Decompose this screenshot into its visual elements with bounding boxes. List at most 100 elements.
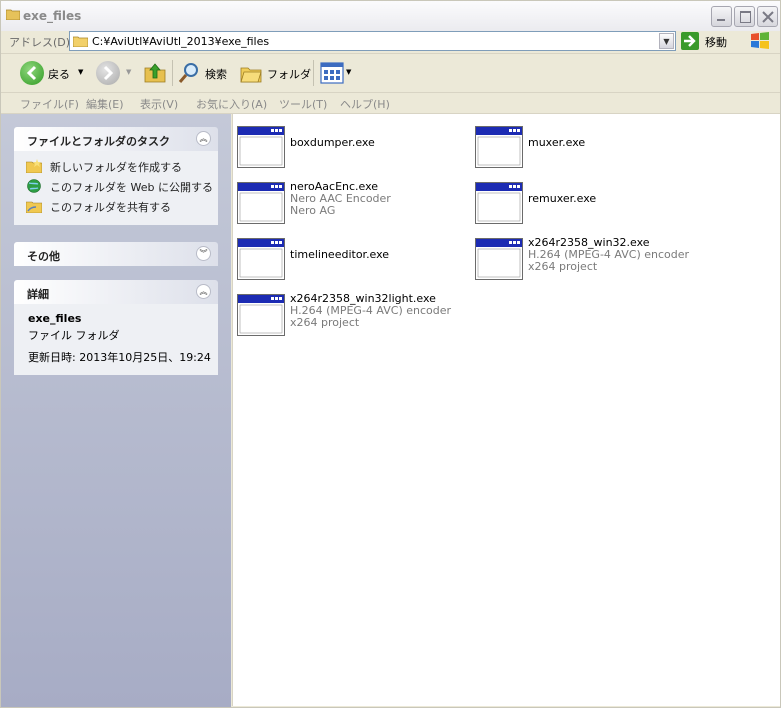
- chevron-down-icon: ▼: [346, 68, 352, 76]
- address-bar: アドレス(D) C:¥AviUtl¥AviUtl_2013¥exe_files …: [1, 31, 780, 54]
- go-arrow-icon: [681, 32, 699, 50]
- address-label: アドレス(D): [9, 36, 71, 49]
- task-label: 新しいフォルダを作成する: [50, 161, 182, 174]
- chevron-down-icon: ▼: [663, 37, 670, 46]
- toolbar: 戻る ▼ ▼ 検索 フォルダ ▼: [1, 54, 780, 93]
- menu-edit[interactable]: 編集(E): [86, 96, 124, 112]
- application-icon: [475, 238, 523, 280]
- go-label: 移動: [705, 36, 727, 49]
- search-button[interactable]: 検索: [177, 60, 233, 86]
- file-text: x264r2358_win32light.exe H.264 (MPEG-4 AV…: [290, 293, 451, 329]
- file-company: x264 project: [528, 260, 598, 273]
- back-arrow-icon: [20, 61, 44, 85]
- views-icon: [320, 62, 344, 84]
- file-item[interactable]: x264r2358_win32light.exe H.264 (MPEG-4 AV…: [233, 285, 463, 336]
- new-folder-icon: [26, 159, 42, 173]
- file-name: timelineeditor.exe: [290, 248, 390, 261]
- file-item[interactable]: x264r2358_win32.exe H.264 (MPEG-4 AVC) en…: [471, 229, 701, 280]
- menu-tools[interactable]: ツール(T): [279, 96, 327, 112]
- application-icon: [475, 182, 523, 224]
- detail-type: ファイル フォルダ: [28, 329, 120, 342]
- address-path: C:¥AviUtl¥AviUtl_2013¥exe_files: [92, 35, 270, 48]
- file-text: x264r2358_win32.exe H.264 (MPEG-4 AVC) en…: [528, 237, 689, 273]
- search-label: 検索: [205, 68, 227, 81]
- file-name: boxdumper.exe: [290, 136, 375, 149]
- share-folder-icon: [26, 201, 42, 213]
- up-folder-button[interactable]: [143, 60, 167, 86]
- maximize-icon: [740, 11, 751, 23]
- file-item[interactable]: boxdumper.exe: [233, 117, 463, 168]
- file-company: x264 project: [290, 316, 360, 329]
- address-input[interactable]: C:¥AviUtl¥AviUtl_2013¥exe_files ▼: [69, 31, 676, 51]
- menu-bar: ファイル(F) 編集(E) 表示(V) お気に入り(A) ツール(T) ヘルプ(…: [1, 93, 780, 114]
- group-title: ファイルとフォルダのタスク: [27, 135, 170, 148]
- file-item[interactable]: remuxer.exe: [471, 173, 701, 224]
- globe-icon: [27, 179, 41, 193]
- forward-button[interactable]: ▼: [96, 60, 136, 86]
- back-label: 戻る: [48, 68, 70, 81]
- group-body: exe_files ファイル フォルダ 更新日時: 2013年10月25日、19…: [14, 304, 218, 375]
- details-group: 詳細 ︽ exe_files ファイル フォルダ 更新日時: 2013年10月2…: [14, 280, 218, 375]
- file-text: remuxer.exe: [528, 193, 596, 205]
- forward-arrow-icon: [96, 61, 120, 85]
- minimize-icon: [717, 19, 725, 21]
- application-icon: [237, 126, 285, 168]
- detail-name: exe_files: [28, 312, 82, 325]
- toolbar-separator: [172, 60, 173, 86]
- folder-icon: [6, 9, 20, 20]
- task-publish-web[interactable]: このフォルダを Web に公開する: [14, 177, 218, 197]
- minimize-button[interactable]: [711, 6, 732, 27]
- window-title: exe_files: [23, 9, 82, 23]
- folders-button[interactable]: フォルダ: [239, 60, 311, 86]
- other-places-group: その他 ︾: [14, 242, 218, 266]
- menu-file[interactable]: ファイル(F): [20, 96, 79, 112]
- address-dropdown-button[interactable]: ▼: [659, 33, 674, 49]
- menu-view[interactable]: 表示(V): [140, 96, 178, 112]
- folder-icon: [73, 36, 88, 47]
- menu-help[interactable]: ヘルプ(H): [340, 96, 390, 112]
- windows-logo-icon: [751, 32, 769, 49]
- folders-icon: [240, 67, 262, 83]
- detail-modified: 更新日時: 2013年10月25日、19:24: [28, 351, 211, 364]
- file-folder-tasks-group: ファイルとフォルダのタスク ︽ 新しいフォルダを作成する このフォルダを Web…: [14, 127, 218, 225]
- group-header[interactable]: 詳細 ︽: [14, 280, 218, 304]
- application-icon: [237, 238, 285, 280]
- collapse-icon[interactable]: ︽: [196, 284, 211, 299]
- file-text: timelineeditor.exe: [290, 249, 389, 261]
- title-bar[interactable]: exe_files: [1, 1, 780, 31]
- group-header[interactable]: その他 ︾: [14, 242, 218, 266]
- task-share-folder[interactable]: このフォルダを共有する: [14, 197, 218, 217]
- chevron-down-icon[interactable]: ▼: [78, 68, 83, 76]
- file-text: boxdumper.exe: [290, 137, 375, 149]
- application-icon: [475, 126, 523, 168]
- chevron-down-icon[interactable]: ▼: [126, 68, 131, 76]
- task-new-folder[interactable]: 新しいフォルダを作成する: [14, 157, 218, 177]
- up-folder-icon: [144, 63, 166, 83]
- file-item[interactable]: muxer.exe: [471, 117, 701, 168]
- menu-favorites[interactable]: お気に入り(A): [196, 96, 267, 112]
- application-icon: [237, 294, 285, 336]
- file-name: muxer.exe: [528, 136, 586, 149]
- expand-icon[interactable]: ︾: [196, 246, 211, 261]
- file-item[interactable]: neroAacEnc.exe Nero AAC Encoder Nero AG: [233, 173, 463, 224]
- file-text: neroAacEnc.exe Nero AAC Encoder Nero AG: [290, 181, 391, 217]
- group-title: その他: [27, 250, 60, 263]
- task-label: このフォルダを共有する: [50, 201, 171, 214]
- file-company: Nero AG: [290, 204, 336, 217]
- task-pane: ファイルとフォルダのタスク ︽ 新しいフォルダを作成する このフォルダを Web…: [1, 114, 231, 707]
- views-button[interactable]: ▼: [320, 60, 354, 86]
- back-button[interactable]: 戻る ▼: [20, 60, 90, 86]
- maximize-button[interactable]: [734, 6, 755, 27]
- group-title: 詳細: [27, 288, 49, 301]
- task-label: このフォルダを Web に公開する: [50, 181, 213, 194]
- group-body: 新しいフォルダを作成する このフォルダを Web に公開する このフォルダを共有…: [14, 151, 218, 225]
- file-item[interactable]: timelineeditor.exe: [233, 229, 463, 280]
- collapse-icon[interactable]: ︽: [196, 131, 211, 146]
- explorer-window: exe_files アドレス(D) C:¥AviUtl¥AviUtl_2013¥…: [0, 0, 781, 708]
- close-button[interactable]: [757, 6, 778, 27]
- close-icon: [762, 11, 774, 23]
- file-name: remuxer.exe: [528, 192, 597, 205]
- group-header[interactable]: ファイルとフォルダのタスク ︽: [14, 127, 218, 151]
- file-list[interactable]: boxdumper.exe muxer.exe neroAacEnc.exe Nero…: [232, 114, 780, 706]
- toolbar-separator: [313, 60, 314, 86]
